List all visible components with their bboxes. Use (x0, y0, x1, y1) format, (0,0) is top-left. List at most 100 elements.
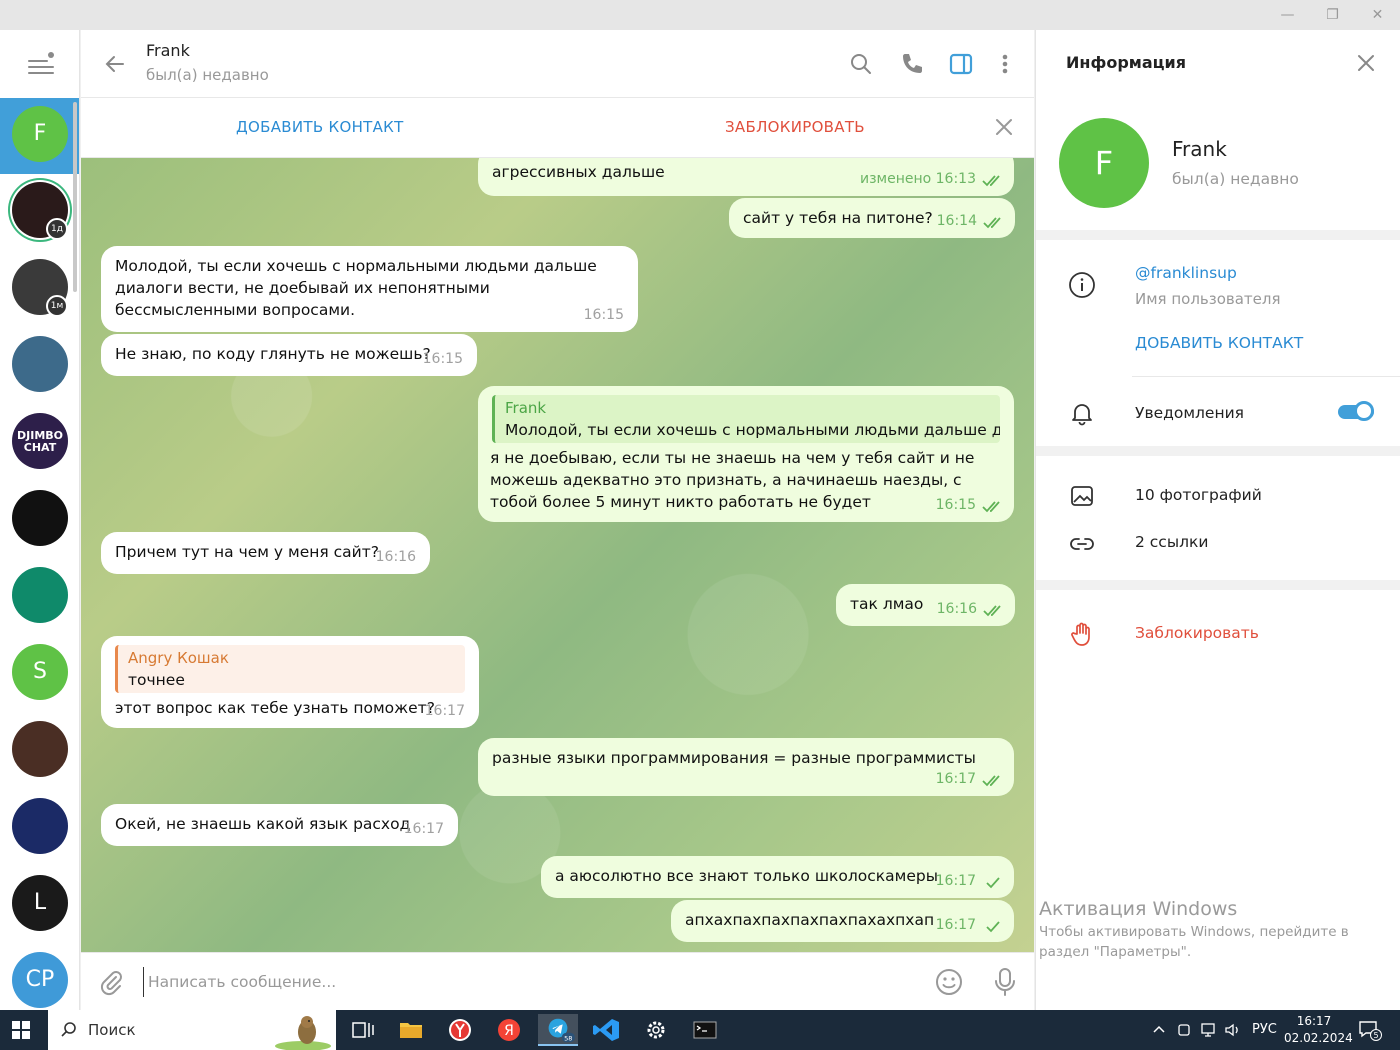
activation-title: Активация Windows (1039, 898, 1238, 920)
chat-title[interactable]: Frank (146, 41, 190, 60)
message-outgoing[interactable]: агрессивных дальше изменено 16:13 (478, 158, 1014, 196)
reply-quote[interactable]: Frank Молодой, ты если хочешь с нормальн… (492, 395, 1000, 443)
windows-activation-watermark: Активация Windows Чтобы активировать Win… (1039, 898, 1399, 962)
message-outgoing[interactable]: Frank Молодой, ты если хочешь с нормальн… (478, 386, 1014, 522)
chat-history[interactable]: агрессивных дальше изменено 16:13 сайт у… (81, 158, 1034, 952)
info-icon (1069, 272, 1095, 298)
microphone-icon[interactable] (991, 966, 1019, 998)
message-incoming[interactable]: Молодой, ты если хочешь с нормальными лю… (101, 246, 638, 332)
message-text: Не знаю, по коду глянуть не можешь? (115, 345, 431, 363)
close-icon[interactable] (1355, 52, 1377, 74)
chat-avatar[interactable] (12, 490, 68, 546)
chat-list-rail: F 1д 1м DJIMBO CHAT S L CP (0, 30, 80, 1010)
taskbar-clock[interactable]: 16:17 02.02.2024 (1284, 1013, 1353, 1047)
taskbar-search[interactable]: Поиск (48, 1010, 336, 1050)
emoji-icon[interactable] (933, 966, 965, 998)
reply-text: точнее (128, 671, 185, 689)
telegram-badge: 58 (564, 1034, 572, 1042)
message-outgoing[interactable]: разные языки программирования = разные п… (478, 738, 1014, 796)
activation-line: раздел "Параметры". (1039, 944, 1192, 960)
reply-author: Frank (505, 399, 547, 417)
chat-avatar[interactable]: L (12, 875, 68, 931)
chat-avatar[interactable]: F (12, 106, 68, 162)
chat-avatar[interactable] (12, 567, 68, 623)
chat-avatar[interactable] (12, 721, 68, 777)
terminal-icon[interactable] (685, 1014, 725, 1046)
message-time: 16:17 (403, 821, 444, 837)
media-section (1036, 456, 1400, 580)
chat-avatar[interactable]: CP (12, 952, 68, 1008)
message-time: 16:15 (583, 307, 624, 323)
message-time: 16:15 (935, 497, 976, 513)
message-time: 16:17 (424, 703, 465, 719)
maximize-button[interactable]: ❐ (1310, 0, 1355, 30)
message-input[interactable] (143, 967, 923, 997)
tray-icon[interactable] (1176, 1022, 1192, 1038)
message-time: 16:15 (422, 351, 463, 367)
sidebar-toggle-icon[interactable] (947, 50, 975, 78)
windows-taskbar: Поиск Я 58 РУС 16:17 02.02.2024 5 (0, 1010, 1400, 1050)
chat-avatar[interactable]: S (12, 644, 68, 700)
divider (1132, 376, 1400, 377)
chevron-up-icon[interactable] (1152, 1023, 1166, 1037)
message-incoming[interactable]: Angry Кошак точнее этот вопрос как тебе … (101, 636, 479, 728)
block-button[interactable]: ЗАБЛОКИРОВАТЬ (725, 118, 865, 136)
task-view-icon[interactable] (343, 1014, 383, 1046)
reply-quote[interactable]: Angry Кошак точнее (115, 645, 465, 693)
message-text: этот вопрос как тебе узнать поможет? (115, 699, 435, 717)
photos-link[interactable]: 10 фотографий (1135, 486, 1262, 504)
settings-gear-icon[interactable] (636, 1014, 676, 1046)
message-time: изменено 16:13 (860, 171, 976, 187)
windows-start-icon[interactable] (12, 1021, 30, 1039)
links-link[interactable]: 2 ссылки (1135, 533, 1208, 551)
telegram-icon[interactable]: 58 (538, 1014, 578, 1046)
chat-avatar[interactable]: DJIMBO CHAT (12, 413, 68, 469)
rail-scrollbar[interactable] (73, 102, 77, 292)
more-icon[interactable] (991, 50, 1019, 78)
message-outgoing[interactable]: так лмао 16:16 (836, 584, 1015, 626)
file-explorer-icon[interactable] (391, 1014, 431, 1046)
story-badge: 1д (46, 218, 68, 240)
profile-section: Информация F Frank был(а) недавно (1036, 30, 1400, 230)
message-incoming[interactable]: Причем тут на чем у меня сайт? 16:16 (101, 532, 430, 574)
menu-icon[interactable] (28, 52, 54, 76)
contact-action-bar: ДОБАВИТЬ КОНТАКТ ЗАБЛОКИРОВАТЬ (81, 98, 1034, 158)
yandex-icon[interactable]: Я (489, 1014, 529, 1046)
message-text: Молодой, ты если хочешь с нормальными лю… (115, 257, 597, 319)
profile-avatar[interactable]: F (1059, 118, 1149, 208)
message-text: разные языки программирования = разные п… (492, 749, 976, 767)
message-text: Окей, не знаешь какой язык расход (115, 815, 411, 833)
clock-date: 02.02.2024 (1284, 1031, 1353, 1045)
language-indicator[interactable]: РУС (1252, 1022, 1277, 1037)
close-window-button[interactable]: ✕ (1355, 0, 1400, 30)
notifications-toggle[interactable] (1338, 401, 1374, 423)
message-incoming[interactable]: Не знаю, по коду глянуть не можешь? 16:1… (101, 334, 477, 376)
notification-center-icon[interactable]: 5 (1358, 1019, 1382, 1041)
phone-icon[interactable] (898, 50, 926, 78)
username-link[interactable]: @franklinsup (1135, 264, 1237, 282)
block-user-link[interactable]: Заблокировать (1135, 624, 1259, 642)
paperclip-icon[interactable] (97, 968, 125, 996)
add-contact-link[interactable]: ДОБАВИТЬ КОНТАКТ (1135, 334, 1303, 352)
close-icon[interactable] (993, 116, 1015, 138)
chat-avatar[interactable] (12, 798, 68, 854)
chat-header: Frank был(а) недавно (81, 30, 1034, 98)
chat-avatar[interactable] (12, 336, 68, 392)
message-text: так лмао (850, 595, 924, 613)
message-outgoing[interactable]: сайт у тебя на питоне? 16:14 (729, 198, 1015, 238)
chat-status: был(а) недавно (146, 66, 269, 84)
add-contact-button[interactable]: ДОБАВИТЬ КОНТАКТ (236, 118, 404, 136)
back-arrow-icon[interactable] (103, 52, 127, 76)
message-outgoing[interactable]: а аюсолютно все знают только школоскамер… (541, 856, 1014, 898)
network-icon[interactable] (1200, 1022, 1218, 1038)
window-title-bar: — ❐ ✕ (0, 0, 1400, 30)
message-outgoing[interactable]: апхахпахпахпахпахпахахпхап 16:17 (671, 900, 1014, 942)
search-icon[interactable] (847, 50, 875, 78)
message-incoming[interactable]: Окей, не знаешь какой язык расход 16:17 (101, 804, 458, 846)
volume-icon[interactable] (1224, 1022, 1242, 1038)
message-text: Причем тут на чем у меня сайт? (115, 543, 379, 561)
yandex-browser-icon[interactable] (440, 1014, 480, 1046)
search-icon (61, 1022, 76, 1037)
vscode-icon[interactable] (587, 1014, 627, 1046)
minimize-button[interactable]: — (1265, 0, 1310, 30)
